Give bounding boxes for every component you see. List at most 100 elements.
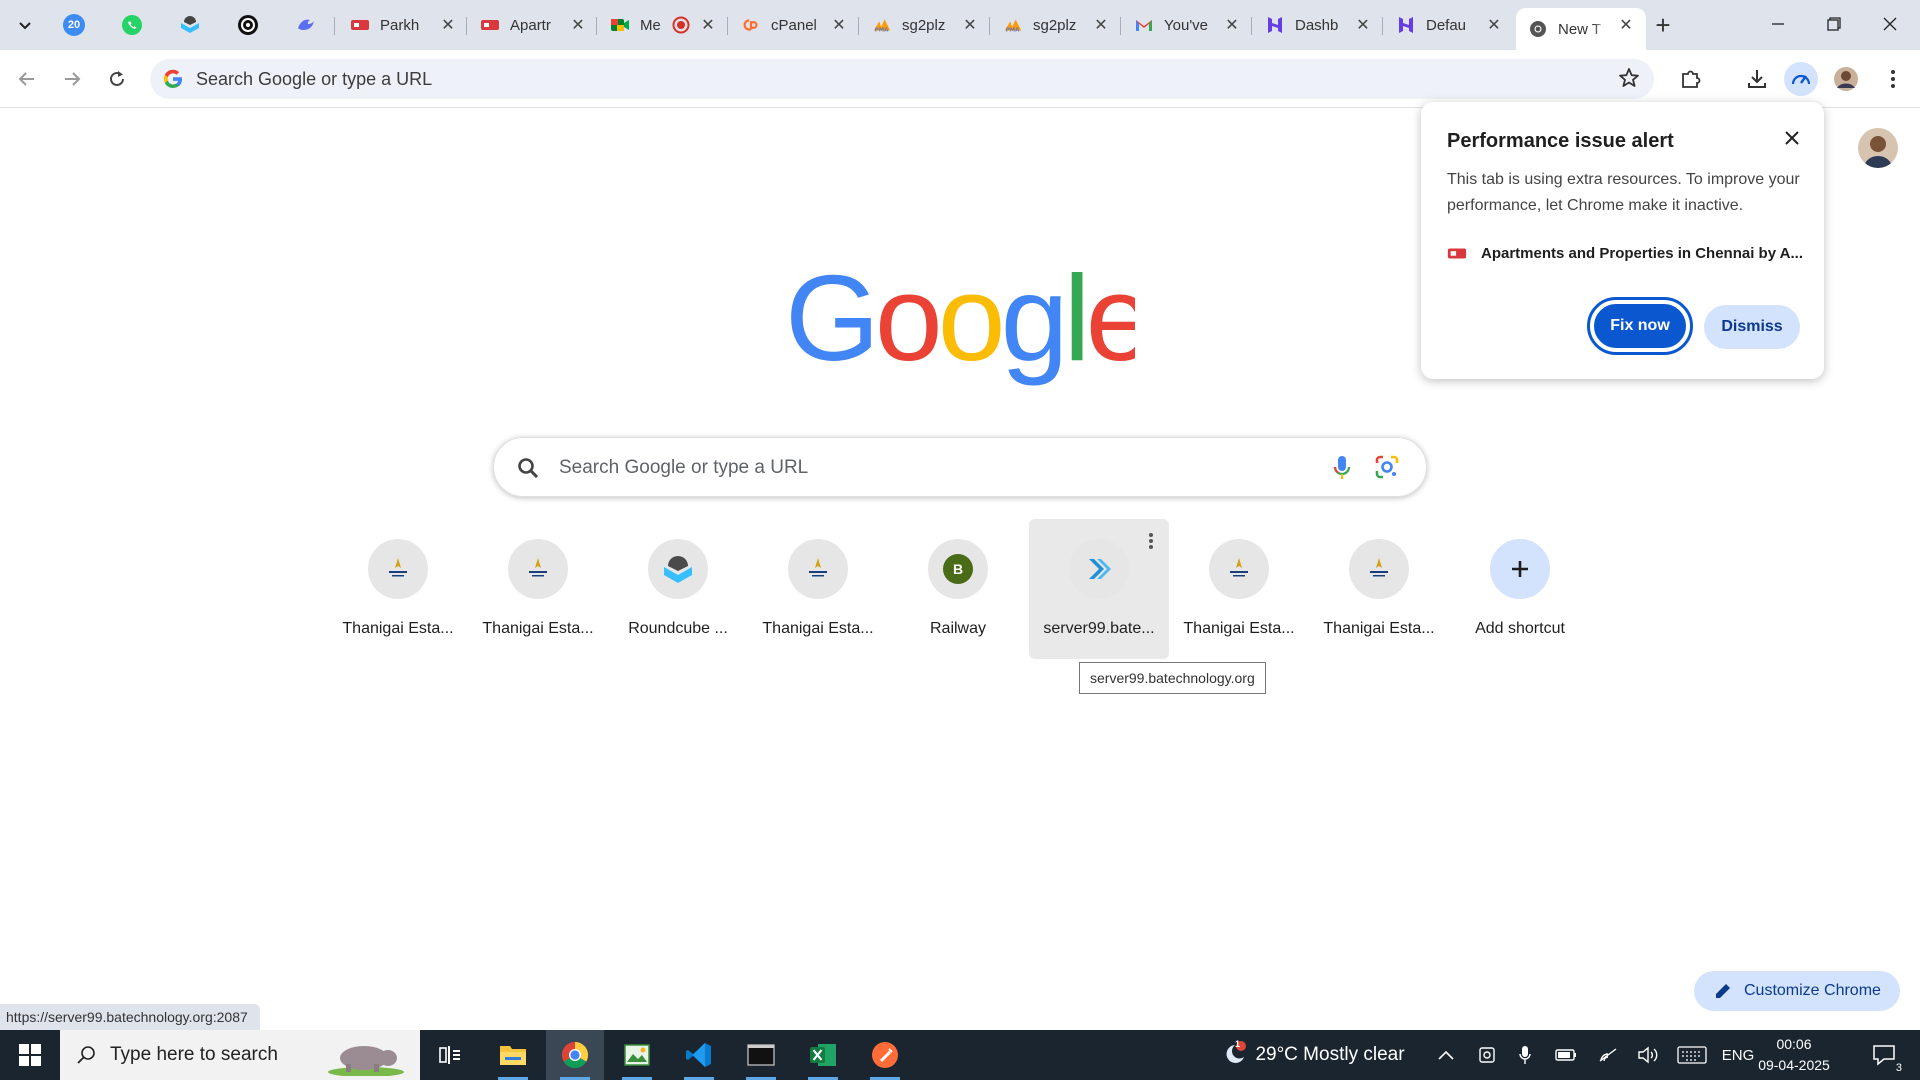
performance-button[interactable] — [1784, 62, 1818, 96]
back-button[interactable] — [10, 62, 44, 96]
postman-icon — [872, 1042, 898, 1068]
close-icon[interactable]: ✕ — [698, 15, 718, 35]
pinned-tab-roundcube[interactable] — [170, 8, 210, 42]
close-icon[interactable]: ✕ — [1222, 15, 1242, 35]
tab-label: Defau — [1426, 16, 1467, 34]
tab-cpanel[interactable]: cPanel ✕ — [729, 8, 859, 42]
tray-battery[interactable] — [1552, 1030, 1580, 1080]
close-icon[interactable]: ✕ — [829, 15, 849, 35]
shortcut-tile[interactable]: Thanigai Esta... — [1169, 519, 1309, 659]
notification-icon — [1873, 1045, 1895, 1066]
shortcut-tile[interactable]: Thanigai Esta... — [748, 519, 888, 659]
tray-network[interactable] — [1594, 1030, 1622, 1080]
taskbar-file-explorer[interactable] — [484, 1030, 542, 1080]
terminal-icon — [747, 1044, 775, 1066]
shortcut-tile[interactable]: Roundcube ... — [608, 519, 748, 659]
close-icon[interactable]: ✕ — [1353, 15, 1373, 35]
close-icon[interactable]: ✕ — [568, 15, 588, 35]
chrome-menu-button[interactable] — [1876, 62, 1910, 96]
restore-button[interactable] — [1806, 0, 1862, 48]
taskbar-vscode[interactable] — [670, 1030, 728, 1080]
status-bar-url: https://server99.batechnology.org:2087 — [0, 1004, 260, 1030]
tab-new-tab[interactable]: New T ✕ — [1516, 8, 1646, 50]
customize-chrome-button[interactable]: Customize Chrome — [1694, 971, 1900, 1011]
tab-separator — [1382, 17, 1383, 35]
minimize-icon — [1772, 23, 1784, 25]
tab-dashboard[interactable]: Dashb ✕ — [1253, 8, 1383, 42]
tab-apartments[interactable]: Apartr ✕ — [468, 8, 598, 42]
tab-gmail[interactable]: You've ✕ — [1122, 8, 1252, 42]
performance-alert-dialog: Performance issue alert This tab is usin… — [1421, 102, 1824, 379]
avatar[interactable] — [1858, 128, 1898, 168]
weather-widget[interactable]: 1 29°C Mostly clear — [1212, 1030, 1412, 1080]
close-icon[interactable]: ✕ — [1616, 15, 1636, 35]
language-indicator[interactable]: ENG — [1720, 1030, 1756, 1080]
microphone-icon[interactable] — [1330, 454, 1354, 482]
tray-microphone[interactable] — [1514, 1030, 1536, 1080]
shortcut-tile[interactable]: Thanigai Esta... — [328, 519, 468, 659]
tab-search-button[interactable] — [8, 10, 42, 40]
tab-parkhome[interactable]: Parkh ✕ — [338, 8, 468, 42]
letter-b-text: B — [943, 554, 973, 584]
taskbar-excel[interactable] — [794, 1030, 852, 1080]
reload-button[interactable] — [100, 62, 134, 96]
new-tab-button[interactable]: + — [1648, 10, 1678, 40]
close-icon[interactable] — [1780, 126, 1804, 150]
shortcut-label: Roundcube ... — [628, 620, 728, 637]
taskbar-chrome[interactable] — [546, 1030, 604, 1080]
minimize-button[interactable] — [1750, 0, 1806, 48]
close-icon[interactable]: ✕ — [438, 15, 458, 35]
add-shortcut-tile[interactable]: Add shortcut — [1450, 519, 1590, 659]
tab-label: You've — [1164, 16, 1209, 34]
windows-taskbar: Type here to search 1 29°C Mostly clear … — [0, 1030, 1920, 1080]
pinned-tab-openai[interactable] — [228, 8, 268, 42]
shortcut-tile[interactable]: B Railway — [888, 519, 1028, 659]
tab-label: New T — [1558, 20, 1602, 38]
tray-keyboard[interactable] — [1674, 1030, 1710, 1080]
google-lens-icon[interactable] — [1374, 454, 1400, 480]
tab-separator — [1120, 17, 1121, 35]
cpanel-icon — [741, 15, 761, 35]
shortcut-tile-hovered[interactable]: server99.bate... — [1029, 519, 1169, 659]
notification-center-button[interactable]: 3 — [1860, 1030, 1908, 1080]
ntp-search-box[interactable]: Search Google or type a URL — [493, 437, 1427, 497]
show-hidden-icons-button[interactable] — [1432, 1030, 1460, 1080]
start-button[interactable] — [0, 1030, 60, 1080]
profile-button[interactable] — [1829, 62, 1863, 96]
taskbar-search-box[interactable]: Type here to search — [60, 1030, 420, 1080]
server-arrow-icon — [1069, 539, 1129, 599]
tab-google-meet[interactable]: Me ✕ — [598, 8, 728, 42]
close-window-button[interactable] — [1862, 0, 1918, 48]
restore-icon — [1827, 17, 1841, 31]
pinned-tab-whatsapp[interactable] — [112, 8, 152, 42]
tab-phpmyadmin-2[interactable]: PMA sg2plz ✕ — [991, 8, 1121, 42]
tab-phpmyadmin-1[interactable]: PMA sg2plz ✕ — [860, 8, 990, 42]
close-icon[interactable]: ✕ — [1484, 15, 1504, 35]
taskbar-postman[interactable] — [856, 1030, 914, 1080]
shortcut-tile[interactable]: Thanigai Esta... — [468, 519, 608, 659]
taskbar-image-editor[interactable] — [608, 1030, 666, 1080]
tab-default[interactable]: Defau ✕ — [1384, 8, 1514, 42]
camera-icon — [1479, 1047, 1495, 1063]
shortcut-tile[interactable]: Thanigai Esta... — [1309, 519, 1449, 659]
task-view-button[interactable] — [421, 1030, 479, 1080]
close-icon[interactable]: ✕ — [1091, 15, 1111, 35]
address-bar[interactable]: Search Google or type a URL — [150, 59, 1654, 99]
tab-separator — [596, 17, 597, 35]
taskbar-terminal[interactable] — [732, 1030, 790, 1080]
dismiss-button[interactable]: Dismiss — [1704, 305, 1800, 349]
close-icon[interactable]: ✕ — [960, 15, 980, 35]
tray-volume[interactable] — [1634, 1030, 1662, 1080]
star-bookmark-icon[interactable] — [1618, 67, 1640, 89]
pinned-tab-blue-bird[interactable] — [286, 8, 326, 42]
tray-camera[interactable] — [1474, 1030, 1500, 1080]
shortcut-label: Add shortcut — [1475, 620, 1565, 637]
pinned-tab-counter[interactable]: 20 — [54, 8, 94, 42]
arrow-right-icon — [65, 72, 81, 86]
forward-button[interactable] — [55, 62, 89, 96]
extensions-button[interactable] — [1674, 62, 1708, 96]
downloads-button[interactable] — [1740, 62, 1774, 96]
fix-now-button[interactable]: Fix now — [1587, 297, 1693, 355]
more-vertical-icon[interactable] — [1143, 531, 1159, 551]
taskbar-clock[interactable]: 00:06 09-04-2025 — [1754, 1034, 1834, 1076]
